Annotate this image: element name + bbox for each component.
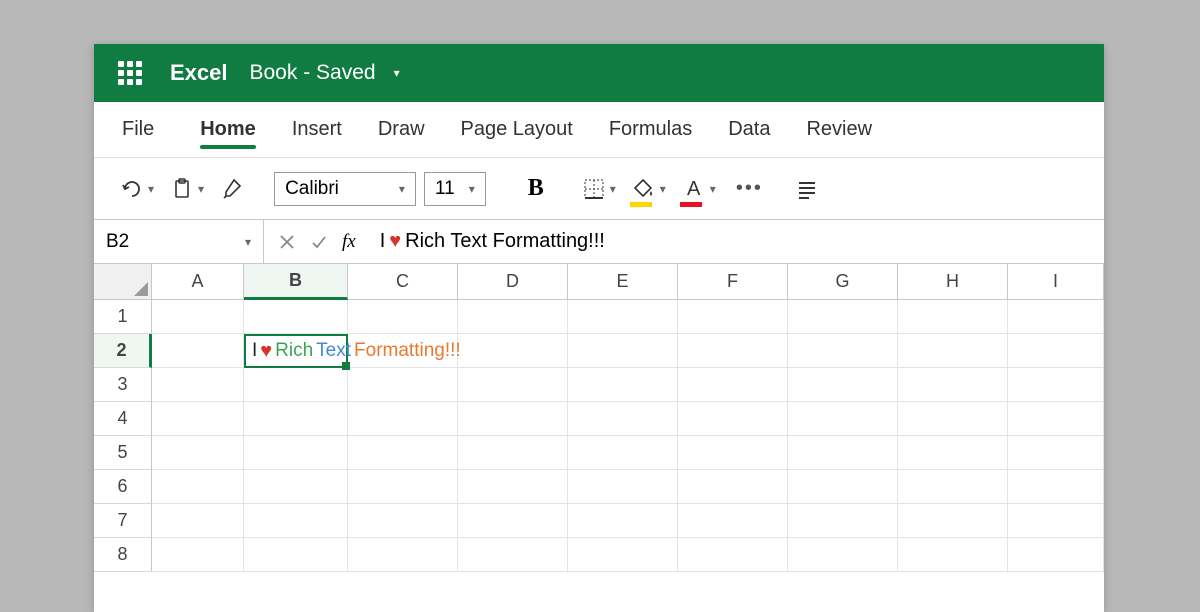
tab-home[interactable]: Home: [182, 102, 274, 157]
formula-text-i: I: [380, 230, 386, 253]
cell-grid[interactable]: I ♥ Rich Text Formatting!!!: [152, 300, 1104, 572]
cell-content: I ♥ Rich Text Formatting!!!: [244, 334, 461, 368]
row-header[interactable]: 6: [94, 470, 152, 504]
cell-text-i: I: [252, 340, 257, 362]
svg-text:A: A: [687, 178, 701, 200]
row-header[interactable]: 4: [94, 402, 152, 436]
formula-text-tail: Rich Text Formatting!!!: [405, 230, 605, 253]
more-options-button[interactable]: •••: [736, 177, 763, 200]
app-launcher-icon[interactable]: [118, 61, 142, 85]
ribbon-toolbar: ▾ ▾ Calibri ▾ 11 ▾ B ▾: [94, 158, 1104, 220]
cancel-icon[interactable]: [278, 233, 296, 251]
paste-button[interactable]: ▾: [166, 173, 208, 205]
align-button[interactable]: [791, 173, 823, 205]
chevron-down-icon: ▾: [198, 182, 204, 196]
chevron-down-icon: ▾: [399, 182, 405, 196]
cell-text-formatting: Formatting!!!: [354, 340, 461, 362]
font-color-icon: A: [682, 177, 706, 201]
row-header[interactable]: 1: [94, 300, 152, 334]
excel-app: Excel Book - Saved ▾ File Home Insert Dr…: [94, 44, 1104, 612]
row-headers: 1 2 3 4 5 6 7 8: [94, 300, 152, 572]
font-size-select[interactable]: 11 ▾: [424, 172, 486, 206]
chevron-down-icon: ▾: [710, 182, 716, 196]
row-header[interactable]: 3: [94, 368, 152, 402]
chevron-down-icon: ▾: [148, 182, 154, 196]
format-painter-button[interactable]: [216, 173, 248, 205]
column-header[interactable]: A: [152, 264, 244, 300]
undo-button[interactable]: ▾: [116, 173, 158, 205]
borders-icon: [582, 177, 606, 201]
document-name[interactable]: Book - Saved: [250, 61, 376, 85]
chevron-down-icon[interactable]: ▾: [394, 66, 400, 80]
font-color-swatch: [680, 202, 702, 207]
paint-bucket-icon: [632, 177, 656, 201]
font-size-value: 11: [435, 178, 455, 200]
app-name: Excel: [170, 60, 228, 86]
tab-insert[interactable]: Insert: [274, 102, 360, 157]
column-header[interactable]: D: [458, 264, 568, 300]
undo-icon: [120, 177, 144, 201]
clipboard-icon: [170, 177, 194, 201]
column-header[interactable]: C: [348, 264, 458, 300]
formula-bar: B2 ▾ fx I ♥ Rich Text Formatting!!!: [94, 220, 1104, 264]
column-headers: A B C D E F G H I: [152, 264, 1104, 300]
chevron-down-icon: ▾: [660, 182, 666, 196]
tab-review[interactable]: Review: [788, 102, 890, 157]
title-bar: Excel Book - Saved ▾: [94, 44, 1104, 102]
row-header[interactable]: 7: [94, 504, 152, 538]
tab-file[interactable]: File: [122, 102, 172, 157]
row-header[interactable]: 8: [94, 538, 152, 572]
heart-icon: ♥: [260, 340, 272, 363]
grid-header-row: A B C D E F G H I: [94, 264, 1104, 300]
tab-data[interactable]: Data: [710, 102, 788, 157]
chevron-down-icon: ▾: [469, 182, 475, 196]
column-header[interactable]: G: [788, 264, 898, 300]
cell-reference: B2: [106, 231, 129, 253]
column-header[interactable]: I: [1008, 264, 1104, 300]
cell-text-rich: Rich: [275, 340, 313, 362]
borders-button[interactable]: ▾: [578, 173, 620, 205]
fill-color-swatch: [630, 202, 652, 207]
formula-controls: fx: [264, 231, 370, 253]
tab-draw[interactable]: Draw: [360, 102, 443, 157]
fx-label[interactable]: fx: [342, 231, 356, 253]
chevron-down-icon: ▾: [245, 235, 251, 249]
column-header[interactable]: E: [568, 264, 678, 300]
name-box[interactable]: B2 ▾: [94, 220, 264, 263]
fill-color-button[interactable]: ▾: [628, 173, 670, 205]
column-header[interactable]: B: [244, 264, 348, 300]
font-family-value: Calibri: [285, 178, 339, 200]
column-header[interactable]: H: [898, 264, 1008, 300]
formula-input[interactable]: I ♥ Rich Text Formatting!!!: [370, 230, 615, 253]
paintbrush-icon: [220, 177, 244, 201]
cell-text-text: Text: [316, 340, 351, 362]
confirm-icon[interactable]: [310, 233, 328, 251]
row-header[interactable]: 5: [94, 436, 152, 470]
row-header[interactable]: 2: [94, 334, 152, 368]
heart-icon: ♥: [389, 230, 401, 253]
column-header[interactable]: F: [678, 264, 788, 300]
ribbon-tabs: File Home Insert Draw Page Layout Formul…: [94, 102, 1104, 158]
font-family-select[interactable]: Calibri ▾: [274, 172, 416, 206]
chevron-down-icon: ▾: [610, 182, 616, 196]
tab-formulas[interactable]: Formulas: [591, 102, 710, 157]
select-all-button[interactable]: [94, 264, 152, 300]
font-color-button[interactable]: A ▾: [678, 173, 720, 205]
grid-body: 1 2 3 4 5 6 7 8 I ♥ Rich: [94, 300, 1104, 572]
tab-page-layout[interactable]: Page Layout: [443, 102, 591, 157]
align-icon: [795, 177, 819, 201]
bold-button[interactable]: B: [518, 175, 554, 202]
